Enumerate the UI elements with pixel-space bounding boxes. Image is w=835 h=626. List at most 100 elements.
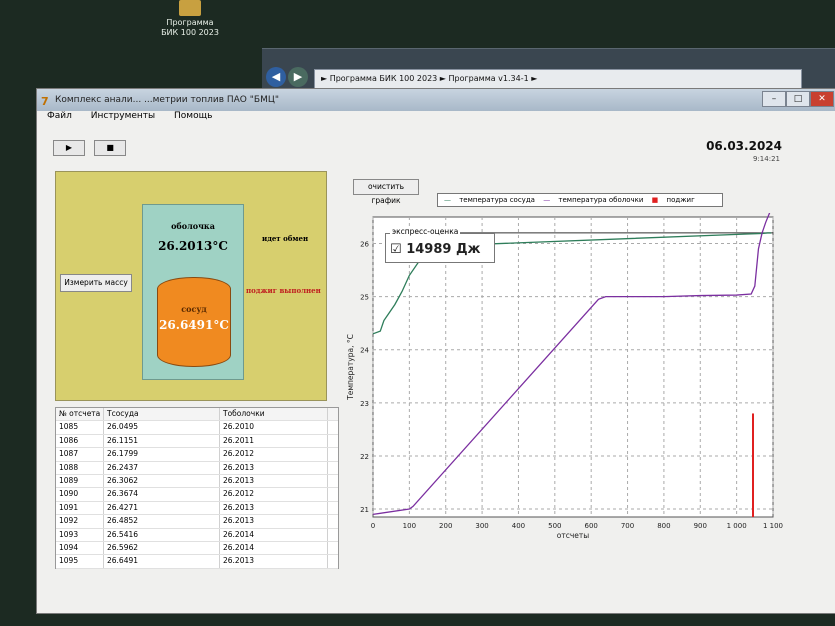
- table-cell: 1093: [56, 528, 104, 541]
- y-axis-label: Температура, °С: [346, 334, 355, 401]
- close-button[interactable]: ✕: [810, 91, 834, 107]
- table-cell: 1089: [56, 474, 104, 488]
- x-tick-label: 800: [657, 522, 670, 530]
- table-cell: 26.6491: [104, 555, 220, 568]
- table-cell: 26.2012: [220, 488, 328, 501]
- calorimeter-panel: оболочка 26.2013°C сосуд 26.6491°C идет …: [55, 171, 327, 401]
- x-tick-label: 900: [694, 522, 707, 530]
- table-cell: 26.0495: [104, 421, 220, 434]
- table-cell: 26.2011: [220, 434, 328, 448]
- app-logo-icon: 7: [41, 95, 49, 108]
- vessel-temp: 26.6491°C: [159, 318, 229, 332]
- app-window: 7 Комплекс анали... ...метрии топлив ПАО…: [36, 88, 835, 614]
- legend-ignition: поджиг: [666, 196, 695, 204]
- table-row[interactable]: 1090 26.3674 26.2012: [56, 488, 338, 502]
- legend-vessel-swatch: —: [444, 196, 451, 204]
- table-cell: 26.2014: [220, 541, 328, 555]
- readings-table[interactable]: № отсчета Тсосуда Тоболочки 1085 26.0495 2…: [55, 407, 339, 569]
- table-row[interactable]: 1088 26.2437 26.2013: [56, 461, 338, 475]
- status-exchange: идет обмен: [262, 234, 309, 243]
- legend-ignition-swatch: ■: [651, 196, 659, 204]
- table-row[interactable]: 1092 26.4852 26.2013: [56, 515, 338, 529]
- address-bar[interactable]: ► Программа БИК 100 2023 ► Программа v1.…: [314, 69, 802, 89]
- table-cell: 26.3062: [104, 474, 220, 488]
- x-tick-label: 1 100: [763, 522, 783, 530]
- folder-icon: [179, 0, 201, 16]
- col-header-shell[interactable]: Тоболочки: [220, 408, 328, 421]
- table-cell: 26.4852: [104, 515, 220, 528]
- table-cell: 1091: [56, 501, 104, 515]
- table-cell: 1092: [56, 515, 104, 528]
- table-cell: 1095: [56, 555, 104, 568]
- minimize-button[interactable]: –: [762, 91, 786, 107]
- toolbar: ▶ ■: [53, 135, 130, 156]
- x-tick-label: 1 000: [727, 522, 747, 530]
- title-bar: 7 Комплекс анали... ...метрии топлив ПАО…: [37, 89, 835, 111]
- table-row[interactable]: 1085 26.0495 26.2010: [56, 421, 338, 435]
- col-header-vessel[interactable]: Тсосуда: [104, 408, 220, 421]
- table-cell: 26.2437: [104, 461, 220, 474]
- table-cell: 26.1799: [104, 448, 220, 461]
- status-ignition: поджиг выполнен: [246, 286, 321, 295]
- table-cell: 26.3674: [104, 488, 220, 501]
- express-value: ☑ 14989 Дж: [390, 242, 480, 257]
- menu-file[interactable]: Файл: [47, 111, 72, 121]
- table-cell: 26.4271: [104, 501, 220, 515]
- x-axis-label: отсчеты: [557, 531, 589, 539]
- table-cell: 26.2013: [220, 501, 328, 515]
- table-cell: 1087: [56, 448, 104, 461]
- table-cell: 26.5962: [104, 541, 220, 555]
- table-cell: 1086: [56, 434, 104, 448]
- table-row[interactable]: 1095 26.6491 26.2013: [56, 555, 338, 569]
- shell-block: оболочка 26.2013°C сосуд 26.6491°C: [142, 204, 244, 380]
- back-button[interactable]: ◀: [266, 67, 286, 87]
- table-cell: 26.2013: [220, 474, 328, 488]
- ignition-marker: [752, 413, 754, 517]
- y-tick-label: 23: [360, 400, 369, 408]
- table-row[interactable]: 1093 26.5416 26.2014: [56, 528, 338, 542]
- x-tick-label: 0: [371, 522, 375, 530]
- menu-tools[interactable]: Инструменты: [91, 111, 155, 121]
- table-cell: 26.2013: [220, 461, 328, 474]
- menu-help[interactable]: Помощь: [174, 111, 212, 121]
- y-tick-label: 21: [360, 506, 369, 514]
- x-tick-label: 100: [403, 522, 416, 530]
- y-tick-label: 26: [360, 241, 369, 249]
- maximize-button[interactable]: □: [786, 91, 810, 107]
- table-row[interactable]: 1087 26.1799 26.2012: [56, 448, 338, 462]
- table-row[interactable]: 1091 26.4271 26.2013: [56, 501, 338, 516]
- table-header: № отсчета Тсосуда Тоболочки: [56, 408, 338, 422]
- y-tick-label: 24: [360, 347, 369, 355]
- date-display: 06.03.2024: [706, 139, 782, 153]
- x-tick-label: 500: [548, 522, 561, 530]
- shell-temp: 26.2013°C: [158, 239, 228, 253]
- express-estimate-box: экспресс-оценка ☑ 14989 Дж: [385, 227, 495, 263]
- desktop-icon-label-1: Программа: [166, 18, 214, 27]
- vessel-label: сосуд: [181, 304, 207, 314]
- col-header-index[interactable]: № отсчета: [56, 408, 104, 421]
- express-title: экспресс-оценка: [390, 227, 461, 236]
- table-cell: 26.5416: [104, 528, 220, 541]
- express-energy: 14989 Дж: [406, 242, 481, 257]
- x-tick-label: 400: [512, 522, 525, 530]
- chart-legend: — температура сосуда — температура оболо…: [437, 193, 723, 207]
- table-row[interactable]: 1089 26.3062 26.2013: [56, 474, 338, 489]
- stop-button[interactable]: ■: [94, 140, 127, 156]
- table-cell: 1088: [56, 461, 104, 474]
- y-tick-label: 25: [360, 294, 369, 302]
- x-tick-label: 200: [439, 522, 452, 530]
- x-tick-label: 600: [584, 522, 597, 530]
- x-tick-label: 700: [621, 522, 634, 530]
- forward-button[interactable]: ▶: [288, 67, 308, 87]
- table-cell: 1094: [56, 541, 104, 555]
- express-check[interactable]: ☑: [390, 242, 402, 257]
- clear-chart-button[interactable]: очистить график: [353, 179, 419, 205]
- table-row[interactable]: 1086 26.1151 26.2011: [56, 434, 338, 449]
- table-cell: 26.2013: [220, 515, 328, 528]
- desktop-program-icon[interactable]: Программа БИК 100 2023: [160, 0, 220, 38]
- measure-mass-button[interactable]: Измерить массу: [60, 274, 132, 292]
- table-row[interactable]: 1094 26.5962 26.2014: [56, 541, 338, 556]
- x-tick-label: 300: [475, 522, 488, 530]
- start-button[interactable]: ▶: [53, 140, 85, 156]
- menu-bar: Файл Инструменты Помощь: [37, 111, 835, 125]
